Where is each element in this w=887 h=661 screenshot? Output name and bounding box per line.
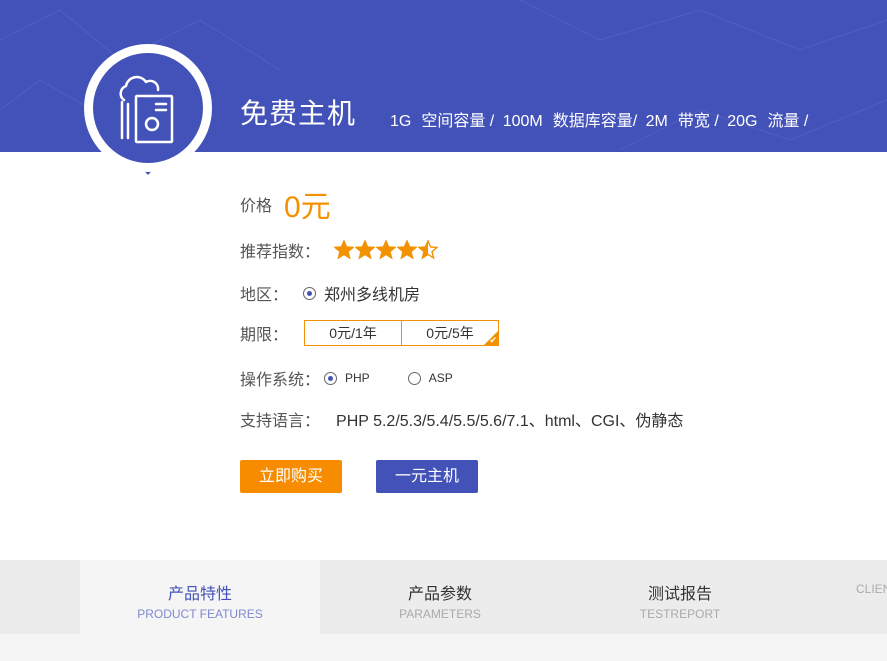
spec-value: 100M — [502, 113, 543, 130]
spec-value: 1G — [390, 113, 412, 130]
tab-product-features[interactable]: 产品特性 PRODUCT FEATURES — [80, 560, 320, 634]
tab-title: 产品参数 — [407, 586, 472, 603]
star-full-icon — [376, 240, 397, 260]
period-options: 0元/1年 0元/5年 ✔ — [304, 320, 500, 346]
tab-test-report[interactable]: 测试报告 TESTREPORT — [560, 560, 800, 634]
period-row: 期限： 0元/1年 0元/5年 ✔ — [240, 320, 500, 346]
os-option-asp[interactable]: ASP — [429, 371, 453, 385]
period-option-label: 0元/1年 — [329, 325, 377, 341]
language-row: 支持语言： PHP 5.2/5.3/5.4/5.5/5.6/7.1、html、C… — [240, 407, 683, 431]
tab-subtitle: TESTREPORT — [639, 607, 721, 621]
cloud-host-icon — [84, 44, 212, 175]
tab-subtitle: CLIEN — [856, 582, 887, 596]
region-option[interactable]: 郑州多线机房 — [324, 281, 420, 305]
star-full-icon — [334, 240, 355, 260]
tab-subtitle: PARAMETERS — [399, 607, 481, 621]
period-option-1yr[interactable]: 0元/1年 — [304, 320, 403, 346]
spec-value: 20G — [727, 113, 758, 130]
spec-label: 数据库容量/ — [552, 113, 638, 130]
language-label: 支持语言： — [240, 413, 321, 430]
period-option-5yr[interactable]: 0元/5年 ✔ — [401, 320, 500, 346]
spec-value: 2M — [645, 113, 668, 130]
region-label: 地区： — [240, 287, 289, 304]
rating-label: 推荐指数： — [240, 244, 321, 261]
period-option-label: 0元/5年 — [426, 325, 474, 341]
spec-label: 空间容量 / — [421, 113, 495, 130]
star-full-icon — [355, 240, 376, 260]
product-title: 免费主机 — [240, 98, 357, 129]
tab-title: 产品特性 — [167, 586, 232, 603]
spec-label: 流量 / — [767, 113, 809, 130]
tab-parameters[interactable]: 产品参数 PARAMETERS — [320, 560, 560, 634]
tab-title: 测试报告 — [647, 586, 712, 603]
one-yuan-host-button[interactable]: 一元主机 — [376, 460, 478, 493]
os-row: 操作系统： PHP ASP — [240, 366, 487, 390]
buy-now-button[interactable]: 立即购买 — [240, 460, 342, 493]
star-full-icon — [397, 240, 418, 260]
os-radio-php[interactable] — [324, 371, 338, 385]
spec-label: 带宽 / — [677, 113, 719, 130]
spec-list: 1G 空间容量 / 100M 数据库容量/ 2M 带宽 / 20G 流量 / — [390, 107, 812, 131]
tab-clients[interactable]: CLIEN — [800, 560, 887, 634]
price-row: 价格 0元 — [240, 182, 331, 226]
tab-subtitle: PRODUCT FEATURES — [137, 607, 263, 621]
star-half-icon — [418, 240, 439, 260]
price-amount: 0元 — [284, 191, 331, 224]
price-label: 价格 — [240, 198, 273, 215]
check-icon: ✔ — [489, 335, 498, 345]
period-label: 期限： — [240, 327, 289, 344]
os-option-php[interactable]: PHP — [345, 371, 370, 385]
region-row: 地区： 郑州多线机房 — [240, 281, 420, 305]
region-radio[interactable] — [303, 286, 317, 300]
os-radio-asp[interactable] — [407, 371, 421, 385]
detail-tabbar: 产品特性 PRODUCT FEATURES 产品参数 PARAMETERS 测试… — [0, 560, 887, 634]
rating-stars — [334, 240, 439, 260]
content-area-top — [0, 634, 887, 661]
rating-row: 推荐指数： — [240, 238, 439, 262]
os-label: 操作系统： — [240, 372, 321, 389]
language-value: PHP 5.2/5.3/5.4/5.5/5.6/7.1、html、CGI、伪静态 — [336, 413, 684, 430]
